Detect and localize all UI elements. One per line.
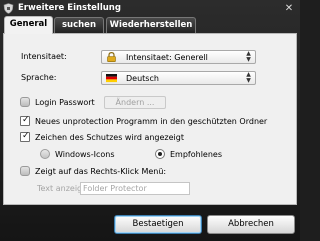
show-protection-checkbox[interactable]: ✓ <box>20 131 30 142</box>
recommended-radio[interactable] <box>155 149 165 159</box>
window-title: Erweitere Einstellung <box>18 3 121 13</box>
settings-window: Erweitere Einstellung ✕ General suchen W… <box>0 0 300 241</box>
context-menu-label: Zeigt auf das Rechts-Klick Menü: <box>35 167 167 176</box>
intensity-dropdown[interactable]: Intensitaet: Generell ▲ ▼ <box>101 50 256 64</box>
show-protection-label: Zeichen des Schutzes wird angezeigt <box>35 133 184 142</box>
intensity-value: Intensitaet: Generell <box>126 53 208 62</box>
recommended-label: Empfohlenes <box>170 150 223 159</box>
language-value: Deutsch <box>126 74 159 83</box>
language-dropdown[interactable]: Deutsch ▲ ▼ <box>101 71 256 85</box>
login-password-label: Login Passwort <box>35 98 95 107</box>
german-flag-icon <box>106 74 117 83</box>
change-password-button[interactable]: Ändern ... <box>104 96 166 109</box>
radio-dot-icon <box>158 152 162 156</box>
close-button[interactable]: ✕ <box>283 3 295 14</box>
spinner-arrows-icon: ▲ ▼ <box>246 50 251 63</box>
checkmark-icon: ✓ <box>22 115 30 125</box>
cancel-button[interactable]: Abbrechen <box>207 215 295 234</box>
general-panel: Intensitaet: Intensitaet: Generell ▲ ▼ Sp… <box>3 33 297 205</box>
app-shield-icon <box>3 3 14 14</box>
title-bar: Erweitere Einstellung ✕ <box>0 0 300 17</box>
context-menu-checkbox[interactable] <box>20 166 30 176</box>
confirm-button[interactable]: Bestaetigen <box>114 215 202 234</box>
new-unprotection-label: Neues unprotection Programm in den gesch… <box>35 117 268 126</box>
lock-icon <box>107 52 116 62</box>
tab-wiederherstellen[interactable]: Wiederherstellen <box>106 17 196 33</box>
login-password-checkbox[interactable] <box>20 97 30 107</box>
language-label: Sprache: <box>21 73 57 82</box>
checkmark-icon: ✓ <box>22 131 30 141</box>
new-unprotection-checkbox[interactable]: ✓ <box>20 115 30 126</box>
context-menu-text-input[interactable]: Folder Protector <box>80 182 190 195</box>
tab-general[interactable]: General <box>4 16 53 34</box>
spinner-arrows-icon: ▲ ▼ <box>246 71 251 84</box>
windows-icons-radio[interactable] <box>40 149 50 159</box>
tab-suchen[interactable]: suchen <box>54 17 104 33</box>
windows-icons-label: Windows-Icons <box>55 150 115 159</box>
intensity-label: Intensitaet: <box>21 52 67 61</box>
